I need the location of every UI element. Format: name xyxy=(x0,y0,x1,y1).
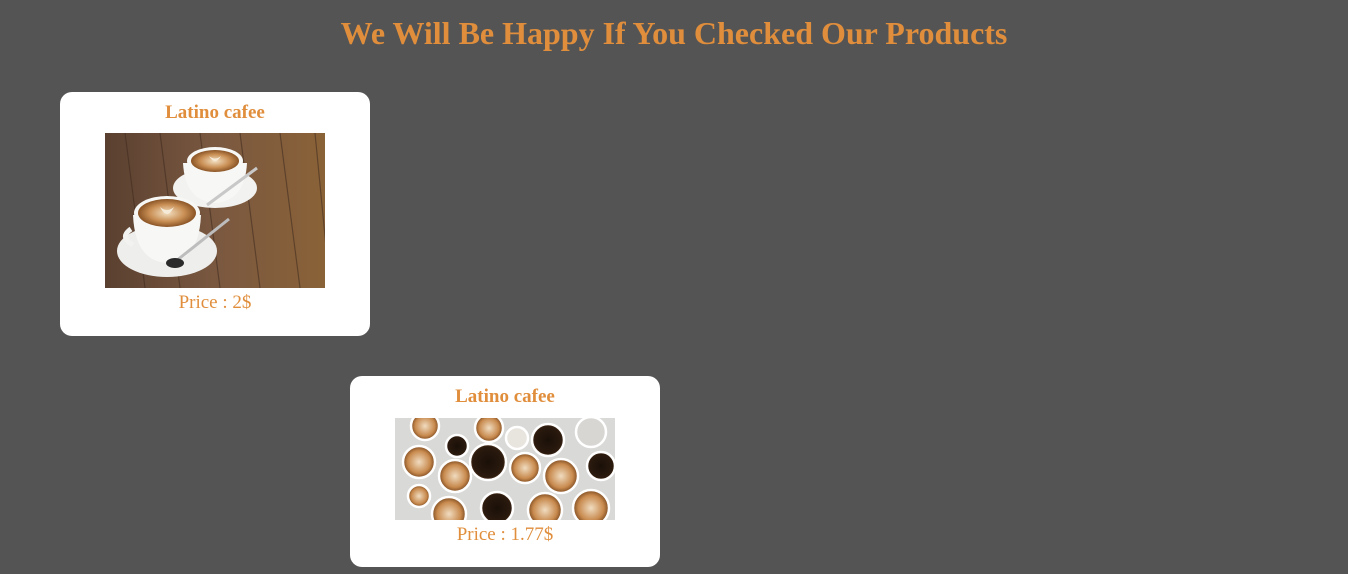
product-card[interactable]: Latino cafee xyxy=(60,92,370,336)
product-image xyxy=(105,133,325,288)
product-card[interactable]: Latino cafee xyxy=(350,376,660,567)
product-price: Price : 2$ xyxy=(178,292,252,313)
product-name: Latino cafee xyxy=(455,386,555,407)
page-title: We Will Be Happy If You Checked Our Prod… xyxy=(340,15,1008,51)
product-image xyxy=(395,418,615,520)
product-price: Price : 1.77$ xyxy=(456,524,554,545)
product-name: Latino cafee xyxy=(165,102,265,123)
